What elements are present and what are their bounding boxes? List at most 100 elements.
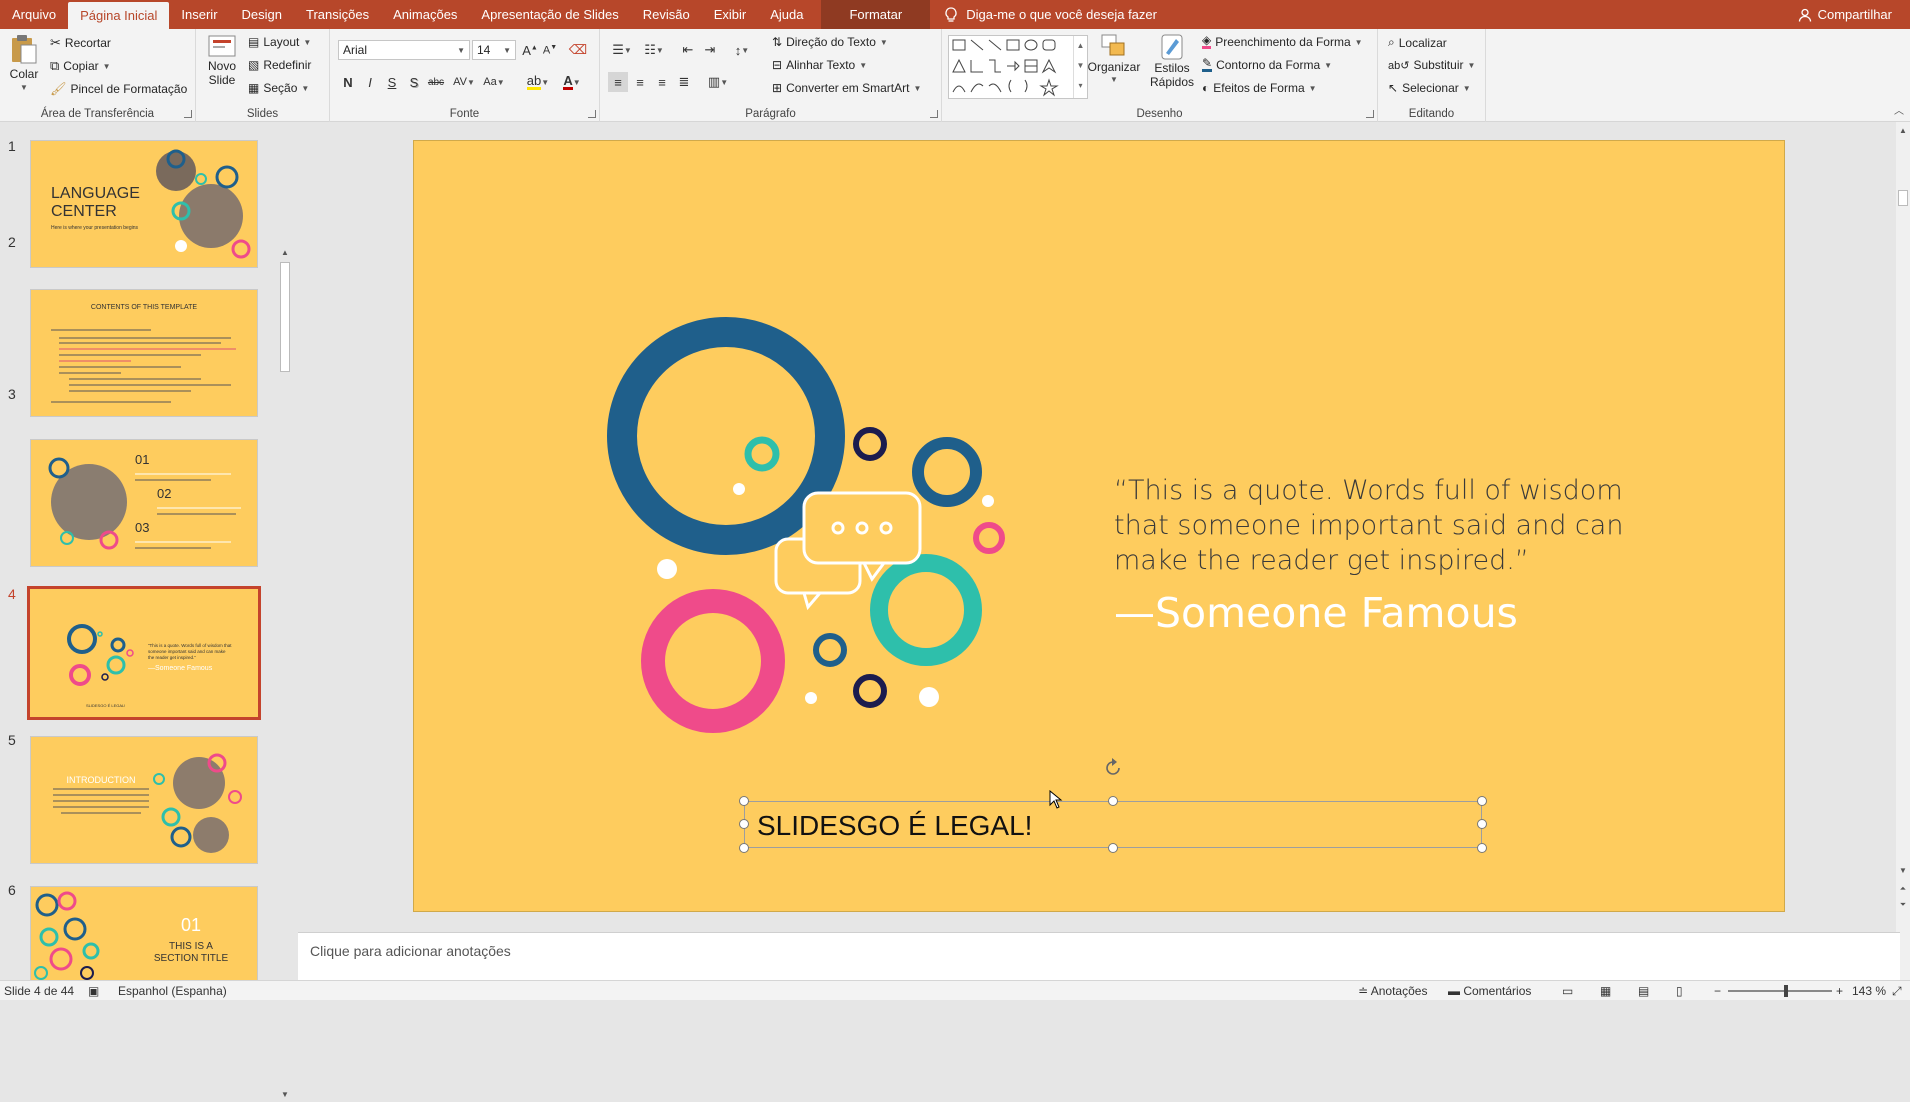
scroll-down-icon[interactable]: ▼	[1896, 866, 1910, 875]
notes-pane[interactable]: Clique para adicionar anotações	[298, 932, 1900, 980]
quote-author[interactable]: —Someone Famous	[1114, 589, 1674, 637]
quick-styles-button[interactable]: Estilos Rápidos	[1150, 33, 1194, 89]
shapes-gallery[interactable]: ▲ ▼ ▾	[948, 35, 1088, 99]
zoom-in-icon[interactable]: +	[1836, 984, 1843, 998]
change-case-button[interactable]: Aa ▼	[480, 72, 508, 92]
spellcheck-icon[interactable]: ▣	[88, 984, 99, 998]
previous-slide-icon[interactable]: ⏶	[1896, 884, 1910, 894]
font-color-button[interactable]: A ▼	[558, 72, 586, 92]
resize-handle[interactable]	[739, 796, 749, 806]
thumbnail-slide-3[interactable]: 01 02 03	[30, 439, 258, 567]
resize-handle[interactable]	[1477, 796, 1487, 806]
section-button[interactable]: ▦ Seção ▼	[248, 81, 309, 95]
underline-button[interactable]: S	[382, 72, 402, 92]
thumbnail-scrollbar[interactable]: ▲ ▼	[278, 248, 292, 1102]
zoom-slider[interactable]	[1728, 985, 1832, 997]
zoom-out-icon[interactable]: −	[1714, 984, 1721, 998]
tell-me-search[interactable]: Diga-me o que você deseja fazer	[930, 0, 1171, 29]
tab-arquivo[interactable]: Arquivo	[0, 0, 68, 29]
language-indicator[interactable]: Espanhol (Espanha)	[118, 984, 227, 998]
numbering-button[interactable]: ☷ ▼	[640, 40, 668, 60]
shape-effects-button[interactable]: ◐ Efeitos de Forma ▼	[1202, 81, 1317, 95]
tab-apresentacao[interactable]: Apresentação de Slides	[469, 0, 630, 29]
arrange-button[interactable]: Organizar ▼	[1088, 33, 1140, 84]
notes-placeholder[interactable]: Clique para adicionar anotações	[310, 943, 511, 959]
share-button[interactable]: Compartilhar	[1780, 0, 1910, 29]
dialog-launcher-icon[interactable]	[930, 110, 938, 118]
reset-button[interactable]: ▧ Redefinir	[248, 58, 311, 72]
dialog-launcher-icon[interactable]	[1366, 110, 1374, 118]
shadow-button[interactable]: S	[404, 72, 424, 92]
next-slide-icon[interactable]: ⏷	[1896, 900, 1910, 910]
zoom-slider-thumb[interactable]	[1784, 985, 1788, 997]
grow-font-button[interactable]: A▲	[520, 40, 540, 60]
tab-exibir[interactable]: Exibir	[702, 0, 759, 29]
thumbnail-slide-5[interactable]: INTRODUCTION	[30, 736, 258, 864]
bold-button[interactable]: N	[338, 72, 358, 92]
highlight-button[interactable]: ab ▼	[524, 72, 552, 92]
shrink-font-button[interactable]: A▼	[540, 40, 560, 60]
thumbnail-slide-4[interactable]: “This is a quote. Words full of wisdom t…	[27, 586, 261, 720]
new-slide-button[interactable]: Novo Slide	[204, 33, 240, 87]
thumbnail-slide-6[interactable]: 01 THIS IS A SECTION TITLE	[30, 886, 258, 982]
convert-smartart-button[interactable]: ⊞ Converter em SmartArt ▼	[772, 81, 921, 95]
slide-sorter-icon[interactable]: ▦	[1600, 984, 1611, 998]
editor-scrollbar[interactable]: ▲ ▼ ⏶ ⏷	[1896, 122, 1910, 980]
font-size-combo[interactable]: 14 ▼	[472, 40, 516, 60]
shape-outline-button[interactable]: ✎ Contorno da Forma ▼	[1202, 57, 1332, 72]
tab-transicoes[interactable]: Transições	[294, 0, 381, 29]
tab-formatar[interactable]: Formatar	[821, 0, 931, 29]
decrease-indent-button[interactable]: ⇤	[678, 40, 698, 60]
resize-handle[interactable]	[739, 819, 749, 829]
find-button[interactable]: ⌕ Localizar	[1388, 35, 1447, 50]
char-spacing-button[interactable]: AV ▼	[450, 72, 478, 92]
normal-view-icon[interactable]: ▭	[1562, 984, 1573, 998]
align-left-button[interactable]: ≡	[608, 72, 628, 92]
font-name-combo[interactable]: Arial ▼	[338, 40, 470, 60]
bullets-button[interactable]: ☰ ▼	[608, 40, 636, 60]
tab-design[interactable]: Design	[230, 0, 294, 29]
resize-handle[interactable]	[1477, 819, 1487, 829]
quote-text[interactable]: “This is a quote. Words full of wisdom t…	[1114, 473, 1674, 578]
thumbnail-slide-2[interactable]: CONTENTS OF THIS TEMPLATE	[30, 289, 258, 417]
resize-handle[interactable]	[1108, 843, 1118, 853]
paste-button[interactable]: Colar ▼	[6, 33, 42, 92]
copy-button[interactable]: ⧉ Copiar ▼	[50, 58, 111, 74]
tab-animacoes[interactable]: Animações	[381, 0, 469, 29]
select-button[interactable]: ↖ Selecionar ▼	[1388, 81, 1471, 95]
zoom-level[interactable]: 143 %	[1852, 984, 1886, 998]
text-box-content[interactable]: SLIDESGO É LEGAL!	[757, 810, 1032, 842]
align-center-button[interactable]: ≡	[630, 72, 650, 92]
columns-button[interactable]: ▥ ▼	[704, 72, 732, 92]
selected-text-box[interactable]: SLIDESGO É LEGAL!	[744, 801, 1482, 848]
layout-button[interactable]: ▤ Layout ▼	[248, 35, 311, 49]
resize-handle[interactable]	[1477, 843, 1487, 853]
scroll-up-icon[interactable]: ▲	[1896, 126, 1910, 135]
justify-button[interactable]: ≣	[674, 72, 694, 92]
scrollbar-thumb[interactable]	[280, 262, 290, 372]
scrollbar-thumb[interactable]	[1898, 190, 1908, 206]
replace-button[interactable]: ab↺ Substituir ▼	[1388, 58, 1475, 72]
resize-handle[interactable]	[1108, 796, 1118, 806]
resize-handle[interactable]	[739, 843, 749, 853]
thumbnail-slide-1[interactable]: LANGUAGE CENTER Here is where your prese…	[30, 140, 258, 268]
format-painter-button[interactable]: 🖌 Pincel de Formatação	[50, 81, 187, 97]
scroll-up-icon[interactable]: ▲	[278, 248, 292, 260]
collapse-ribbon-icon[interactable]: ︿	[1894, 102, 1904, 117]
shape-fill-button[interactable]: ◈ Preenchimento da Forma ▼	[1202, 34, 1363, 49]
increase-indent-button[interactable]: ⇥	[700, 40, 720, 60]
line-spacing-button[interactable]: ↕ ▼	[728, 40, 756, 60]
dialog-launcher-icon[interactable]	[184, 110, 192, 118]
clear-format-button[interactable]: ⌫	[568, 40, 588, 60]
align-right-button[interactable]: ≡	[652, 72, 672, 92]
scroll-down-icon[interactable]: ▼	[278, 1090, 292, 1102]
cut-button[interactable]: ✂ Recortar	[50, 35, 111, 51]
text-direction-button[interactable]: ⇅ Direção do Texto ▼	[772, 35, 888, 49]
notes-toggle[interactable]: ≐ Anotações	[1358, 984, 1427, 998]
fit-to-window-icon[interactable]: ⤢	[1892, 984, 1902, 999]
gallery-scroll[interactable]: ▲ ▼ ▾	[1073, 36, 1087, 98]
tab-revisao[interactable]: Revisão	[631, 0, 702, 29]
reading-view-icon[interactable]: ▤	[1638, 984, 1649, 998]
strikethrough-button[interactable]: abc	[426, 72, 446, 92]
tab-pagina-inicial[interactable]: Página Inicial	[68, 2, 170, 29]
